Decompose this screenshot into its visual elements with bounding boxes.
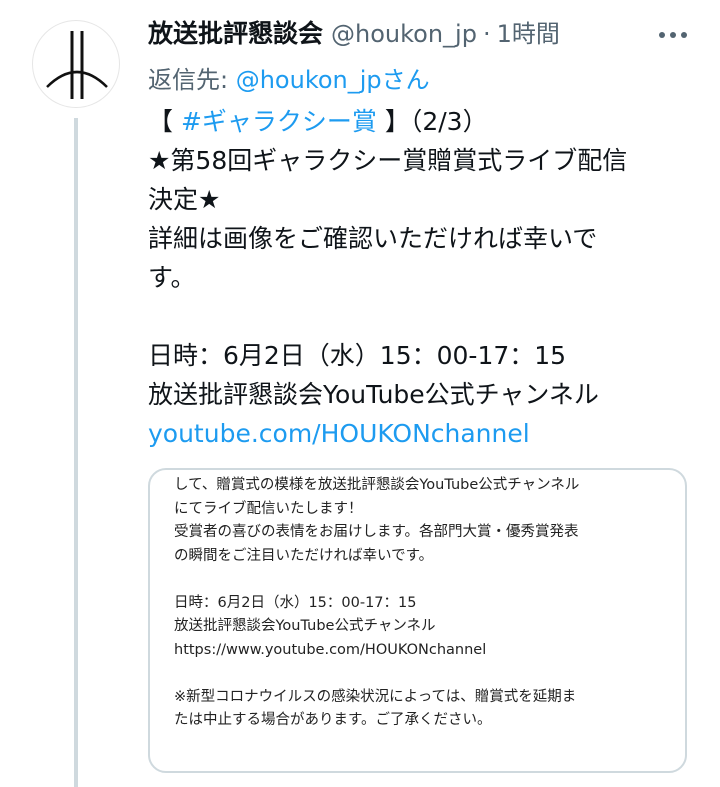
image-line: 日時：6月2日（水）15：00-17：15 [174,594,417,611]
image-line: 受賞者の喜びの表情をお届けします。各部門大賞・優秀賞発表 [174,524,579,540]
tweet[interactable]: 放送批評懇談会 @houkon_jp · 1時間 返信先: @houkon_jp… [0,0,720,787]
tweet-line-1: 【 #ギャラクシー賞 】（2/3） [148,102,693,141]
user-handle[interactable]: @houkon_jp [331,20,477,48]
image-line: にてライブ配信いたします！ [174,500,363,517]
display-name[interactable]: 放送批評懇談会 [148,14,323,50]
image-line: の瞬間をご注目いただければ幸いです。 [174,547,434,564]
reply-suffix: さん [381,66,430,94]
image-line: ※新型コロナウイルスの感染状況によっては、贈賞式を延期ま [174,688,577,705]
timestamp[interactable]: 1時間 [497,14,560,49]
image-line: https://www.youtube.com/HOUKONchannel [174,641,487,658]
youtube-link[interactable]: youtube.com/HOUKONchannel [148,414,693,453]
reply-mention-link[interactable]: @houkon_jp [236,66,382,94]
image-line: 放送批評懇談会YouTube公式チャンネル [174,618,436,634]
reply-context: 返信先: @houkon_jpさん [148,60,693,100]
tweet-line-4: 詳細は画像をご確認いただければ幸いで [148,224,598,253]
attached-image[interactable]: して、贈賞式の模様を放送批評懇談会YouTube公式チャンネル にてライブ配信い… [148,468,687,773]
image-text: して、贈賞式の模様を放送批評懇談会YouTube公式チャンネル にてライブ配信い… [174,474,579,733]
reply-prefix: 返信先: [148,66,236,94]
tweet-line-5: す。 [148,263,196,292]
thread-connector-line [74,118,78,787]
image-blank-line [174,568,579,592]
tweet-line-7: 放送批評懇談会YouTube公式チャンネル [148,380,599,409]
tweet-line-6: 日時：6月2日（水）15：00-17：15 [148,341,567,370]
more-options-button[interactable] [653,20,693,50]
tweet-text: 【 #ギャラクシー賞 】（2/3） ★第58回ギャラクシー賞贈賞式ライブ配信 決… [148,102,693,453]
separator-dot: · [482,20,491,48]
hashtag-link[interactable]: #ギャラクシー賞 [181,107,377,136]
image-blank-line [174,662,579,686]
tweet-content: 放送批評懇談会 @houkon_jp · 1時間 返信先: @houkon_jp… [148,14,693,453]
houkon-logo-icon [46,31,108,99]
tweet-line-3: 決定★ [148,185,221,214]
bracket-close: 】（2/3） [376,107,488,136]
tweet-header: 放送批評懇談会 @houkon_jp · 1時間 [148,14,693,56]
image-line: して、贈賞式の模様を放送批評懇談会YouTube公式チャンネル [174,477,580,493]
bracket-open: 【 [148,107,181,136]
image-line: たは中止する場合があります。ご了承ください。 [174,712,492,728]
more-horizontal-icon [659,32,665,38]
tweet-line-2: ★第58回ギャラクシー賞贈賞式ライブ配信 [148,146,628,175]
avatar[interactable] [32,20,120,108]
